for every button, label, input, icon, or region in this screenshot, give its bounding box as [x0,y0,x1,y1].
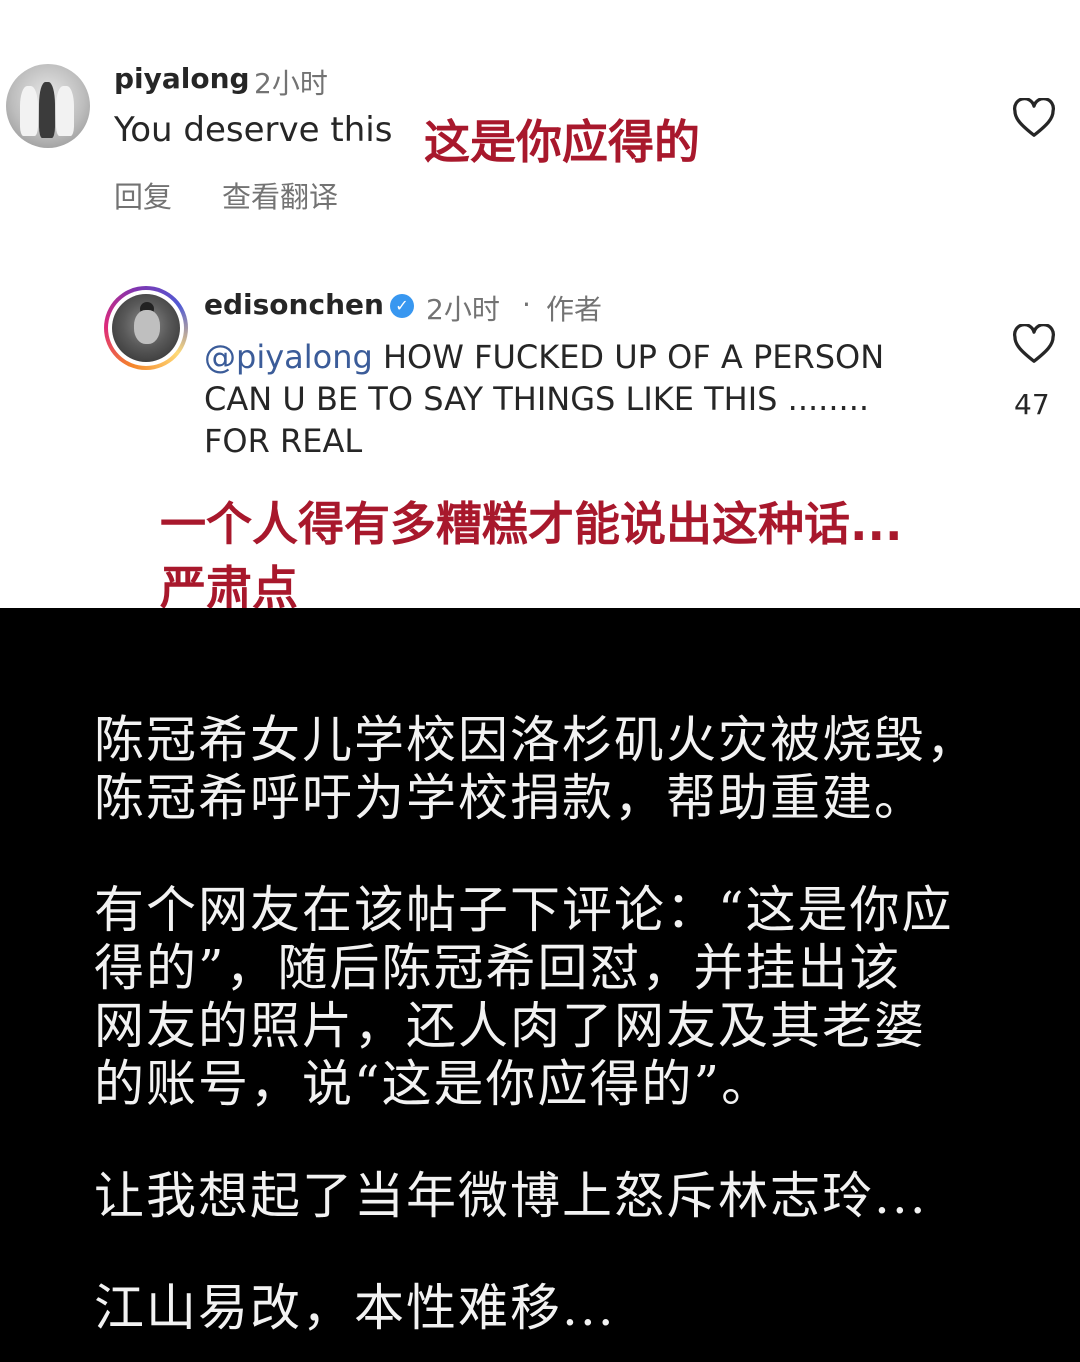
mention-link[interactable]: @piyalong [204,338,373,376]
reply-text-line: CAN U BE TO SAY THINGS LIKE THIS .......… [204,380,870,418]
avatar[interactable] [6,64,90,148]
caption-line: 陈冠希呼吁为学校捐款，帮助重建。 [94,769,926,827]
see-translation-button[interactable]: 查看翻译 [222,174,338,216]
reply-button[interactable]: 回复 [114,174,172,216]
comment-timestamp: 2小时 [254,67,328,100]
avatar [112,294,180,362]
translation-overlay: 这是你应得的 [424,115,700,169]
avatar-story-ring[interactable] [104,286,188,370]
reply-text-line: @piyalong HOW FUCKED UP OF A PERSON [204,338,885,376]
separator-dot: · [522,288,531,321]
translation-overlay: 一个人得有多糟糕才能说出这种话... [160,497,903,551]
comment-username[interactable]: piyalong [114,62,250,95]
caption-line: 江山易改，本性难移... [94,1279,616,1337]
reply-username[interactable]: edisonchen [204,288,384,321]
reply-text-line: FOR REAL [204,422,363,460]
author-tag: 作者 [546,293,603,326]
comment-section: piyalong 2小时 You deserve this 这是你应得的 回复 … [0,0,1080,608]
reply-timestamp: 2小时 [426,293,500,326]
like-count: 47 [1014,388,1050,421]
caption-panel: 陈冠希女儿学校因洛杉矶火灾被烧毁， 陈冠希呼吁为学校捐款，帮助重建。 有个网友在… [0,608,1080,1362]
caption-line: 让我想起了当年微博上怒斥林志玲... [94,1167,928,1225]
heart-icon[interactable] [1012,98,1056,138]
caption-line: 的账号，说“这是你应得的”。 [94,1055,774,1113]
comment-text: You deserve this [114,110,393,150]
verified-icon: ✓ [390,294,414,318]
heart-icon[interactable] [1012,324,1056,364]
translation-overlay: 严肃点 [160,561,298,608]
